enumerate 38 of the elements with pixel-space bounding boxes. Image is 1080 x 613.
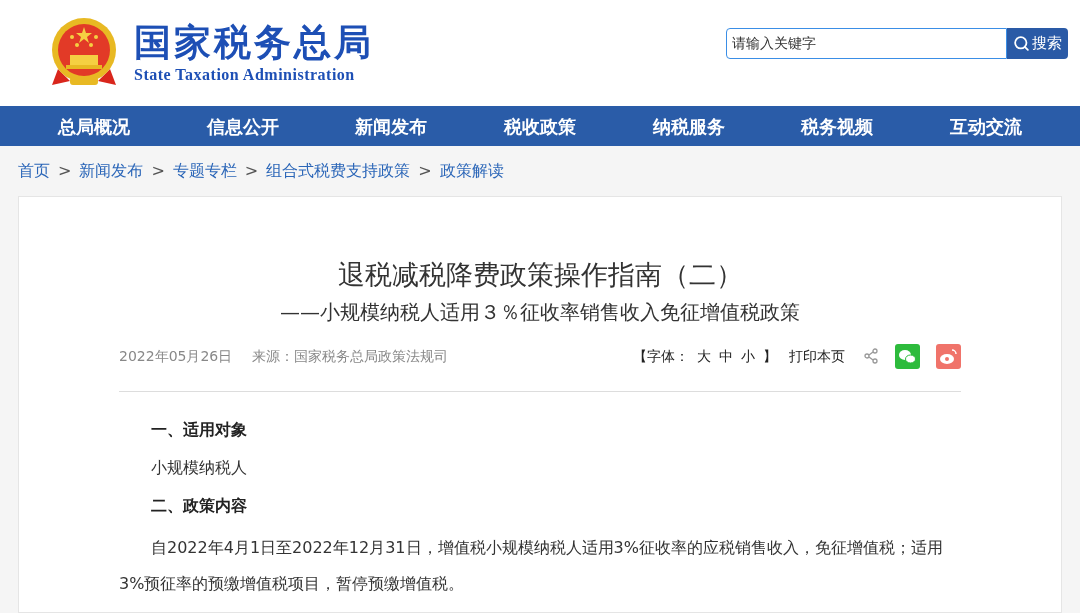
body-paragraph: 自2022年4月1日至2022年12月31日，增值税小规模纳税人适用3%征收率的应税销售收入，免征增值税；适用3%预征率的预缴增值税项目，暂停预缴增值税。	[119, 537, 944, 595]
search-button[interactable]: 搜索	[1007, 27, 1068, 59]
article-source: 来源：国家税务总局政策法规司	[252, 346, 449, 366]
nav-link[interactable]: 新闻发布	[355, 112, 428, 140]
search-field[interactable]: 请输入关键字	[726, 27, 1007, 59]
breadcrumb-separator: >	[58, 160, 72, 182]
font-size-label-end: 】	[763, 346, 777, 366]
section-heading: 二、政策内容	[150, 495, 248, 517]
breadcrumb-link[interactable]: 专题专栏	[172, 159, 237, 183]
publish-date: 2022年05月26日	[119, 346, 233, 366]
nav-link[interactable]: 税务视频	[801, 112, 874, 140]
breadcrumb-separator: >	[151, 160, 165, 182]
logo-subtitle: State Taxation Administration	[134, 65, 356, 85]
font-size-link[interactable]: 中	[719, 345, 733, 367]
font-size-link[interactable]: 大	[697, 345, 711, 367]
article-subtitle: ——小规模纳税人适用３％征收率销售收入免征增值税政策	[279, 299, 801, 326]
chat-bubbles-icon[interactable]	[895, 343, 920, 369]
share-icon[interactable]	[863, 348, 879, 364]
nav-link[interactable]: 信息公开	[206, 112, 279, 140]
font-size-label: 【字体：	[633, 346, 689, 366]
logo-title: 国家税务总局	[134, 21, 374, 65]
eye-swirl-icon[interactable]	[936, 343, 961, 369]
breadcrumb-link[interactable]: 政策解读	[439, 159, 504, 183]
breadcrumb-link[interactable]: 新闻发布	[79, 159, 144, 183]
section-heading: 一、适用对象	[150, 419, 248, 441]
print-link[interactable]: 打印本页	[789, 345, 845, 367]
nav-link[interactable]: 总局概况	[58, 112, 131, 140]
font-size-link[interactable]: 小	[741, 345, 755, 367]
nav-link[interactable]: 纳税服务	[652, 112, 725, 140]
article-title: 退税减税降费政策操作指南（二）	[336, 258, 744, 292]
breadcrumb-separator: >	[418, 160, 432, 182]
breadcrumb-link[interactable]: 组合式税费支持政策	[266, 159, 411, 183]
search-icon	[1013, 34, 1030, 52]
body-text: 小规模纳税人	[150, 457, 248, 479]
breadcrumb-link[interactable]: 首页	[18, 159, 50, 183]
nav-link[interactable]: 税收政策	[503, 112, 576, 140]
nav-link[interactable]: 互动交流	[949, 112, 1022, 140]
breadcrumb-separator: >	[244, 160, 259, 182]
